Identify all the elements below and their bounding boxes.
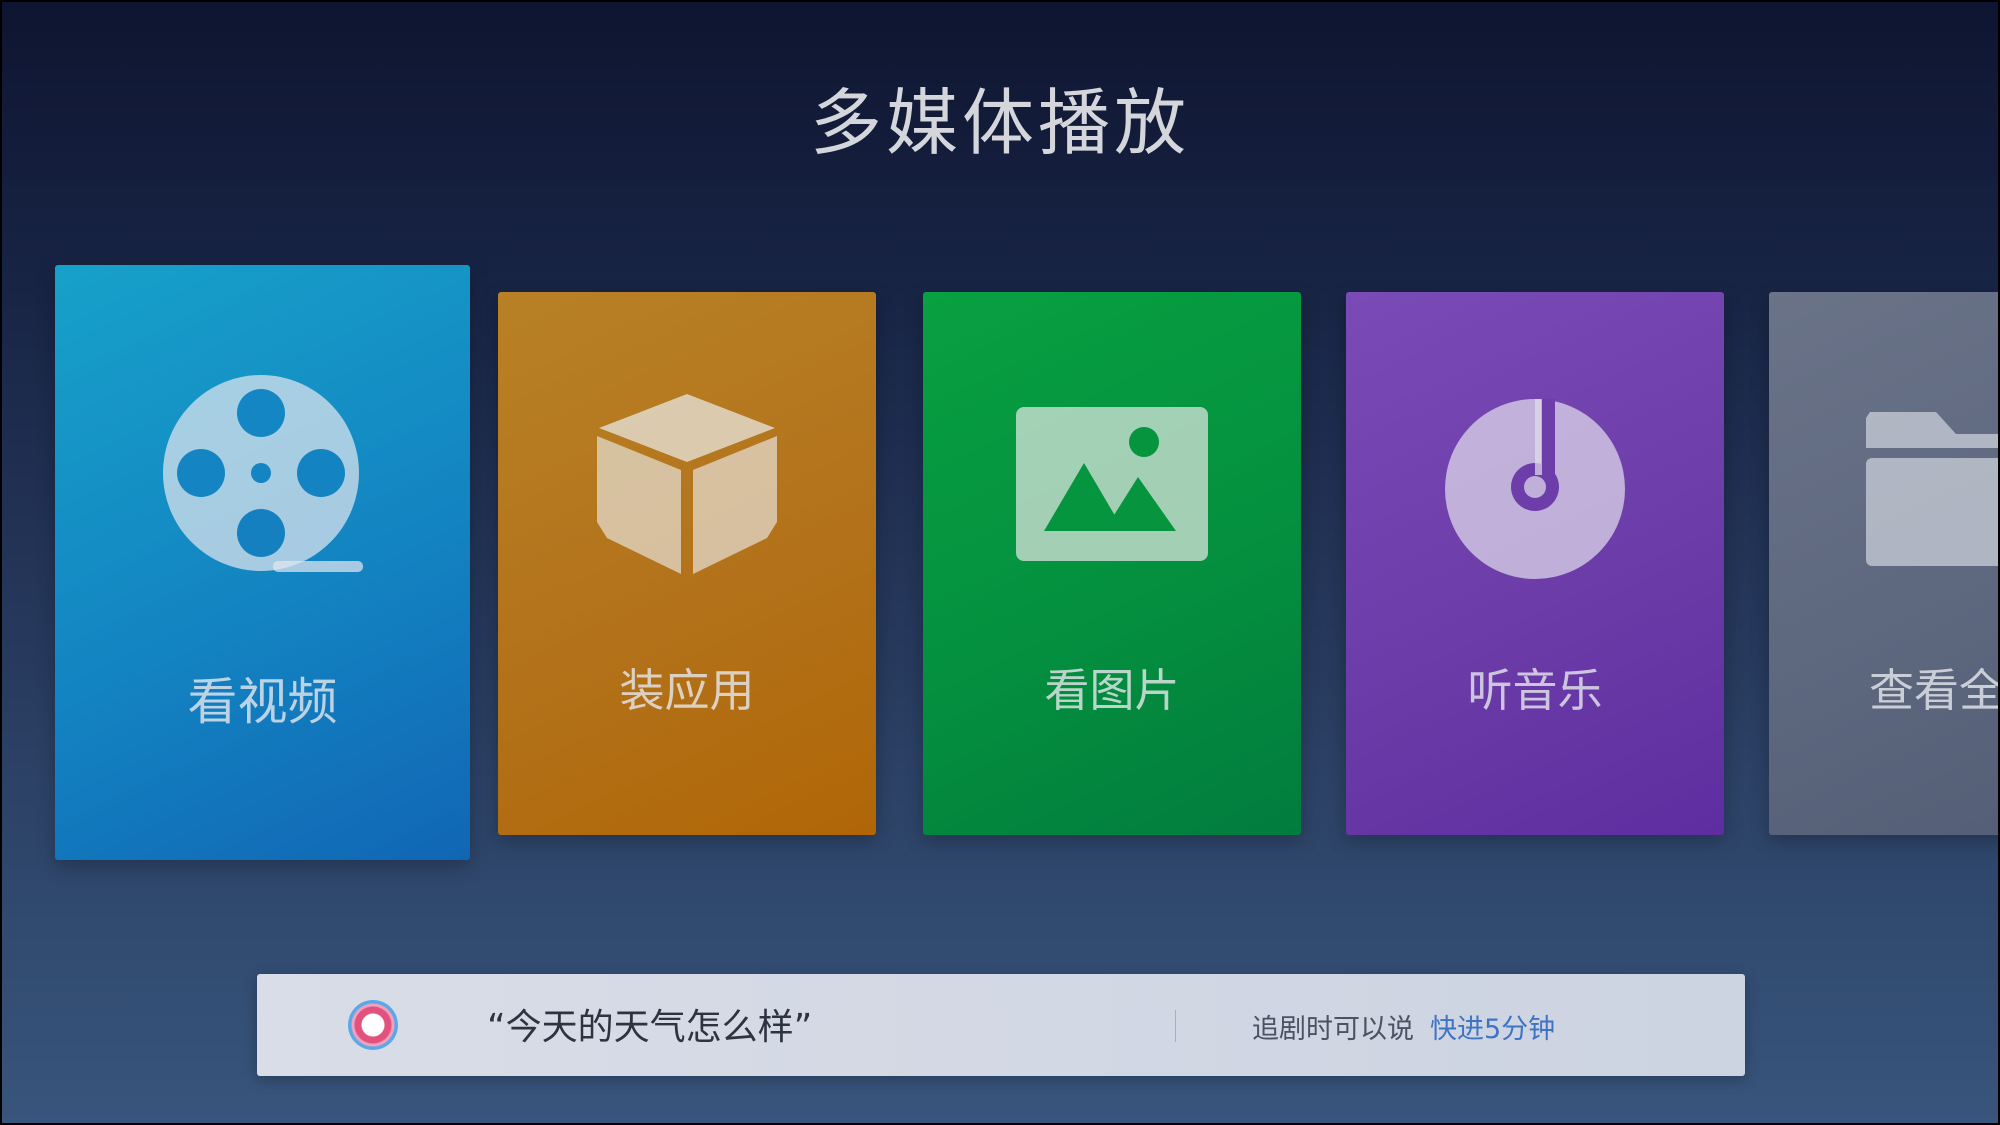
divider [1175, 1010, 1176, 1042]
tile-video[interactable]: 看视频 [55, 265, 470, 860]
voice-assistant-bar[interactable]: “今天的天气怎么样” 追剧时可以说 快进5分钟 [257, 974, 1745, 1076]
tile-files[interactable]: 查看全 [1769, 292, 1998, 835]
tile-apps-label: 装应用 [619, 664, 755, 717]
folder-icon [1866, 412, 1998, 571]
media-home-screen: 多媒体播放 看视频 装应用 看图片 听音乐 查看全 “今天的天气怎么样” 追剧时… [2, 2, 1998, 1123]
page-title: 多媒体播放 [809, 81, 1190, 165]
tile-apps[interactable]: 装应用 [498, 292, 876, 835]
tile-music-label: 听音乐 [1467, 664, 1603, 717]
package-box-icon [595, 392, 779, 580]
image-icon [1016, 407, 1208, 565]
tile-files-label: 查看全 [1869, 664, 1998, 717]
music-disc-icon [1443, 397, 1627, 585]
film-reel-icon [162, 375, 363, 579]
voice-hint-text: 追剧时可以说 [1252, 1014, 1414, 1045]
tile-photos[interactable]: 看图片 [923, 292, 1301, 835]
tile-music[interactable]: 听音乐 [1346, 292, 1724, 835]
voice-assistant-icon[interactable] [348, 1000, 398, 1050]
tile-video-label: 看视频 [187, 673, 338, 731]
voice-hint-action[interactable]: 快进5分钟 [1430, 1007, 1555, 1046]
voice-query-text: “今天的天气怎么样” [487, 1007, 813, 1048]
tile-photos-label: 看图片 [1044, 664, 1180, 717]
